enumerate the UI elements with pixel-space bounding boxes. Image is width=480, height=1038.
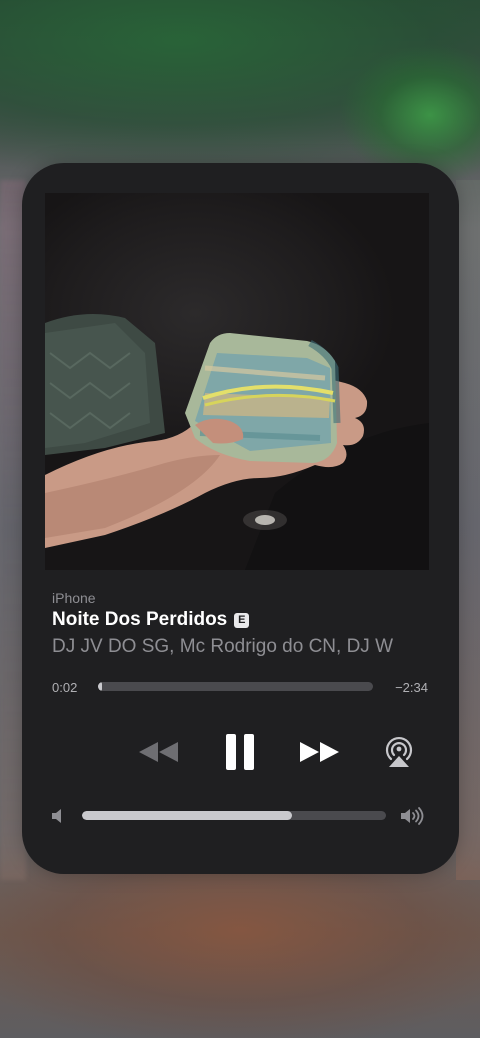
volume-max-button[interactable] — [400, 806, 428, 826]
pause-button[interactable] — [217, 728, 263, 776]
song-title-row: Noite Dos Perdidos E — [52, 609, 250, 631]
playback-progress-fill — [98, 682, 102, 691]
rewind-icon — [139, 742, 178, 762]
volume-slider[interactable] — [82, 811, 386, 820]
airplay-button[interactable] — [379, 728, 419, 776]
transport-controls — [22, 728, 459, 776]
airplay-icon — [385, 737, 413, 767]
volume-level-fill — [82, 811, 292, 820]
now-playing-card: iPhone Noite Dos Perdidos E DJ JV DO SG,… — [22, 163, 459, 874]
pause-icon — [226, 734, 254, 770]
blurred-background: iPhone Noite Dos Perdidos E DJ JV DO SG,… — [0, 0, 480, 1038]
speaker-high-icon — [401, 807, 424, 825]
background-edge-right — [456, 180, 480, 880]
artist-names: DJ JV DO SG, Mc Rodrigo do CN, DJ W — [52, 636, 394, 657]
album-artwork-image — [45, 314, 429, 570]
album-artwork — [45, 193, 429, 570]
output-device-label: iPhone — [52, 590, 96, 606]
speaker-low-icon — [52, 809, 61, 823]
fast-forward-icon — [300, 742, 339, 762]
elapsed-time: 0:02 — [52, 680, 78, 695]
explicit-badge: E — [234, 612, 250, 628]
volume-min-button[interactable] — [51, 807, 67, 825]
fast-forward-button[interactable] — [294, 728, 346, 776]
rewind-button[interactable] — [134, 728, 184, 776]
remaining-time: −2:34 — [395, 680, 428, 695]
playback-scrubber[interactable] — [98, 682, 373, 691]
song-title: Noite Dos Perdidos — [52, 609, 228, 630]
